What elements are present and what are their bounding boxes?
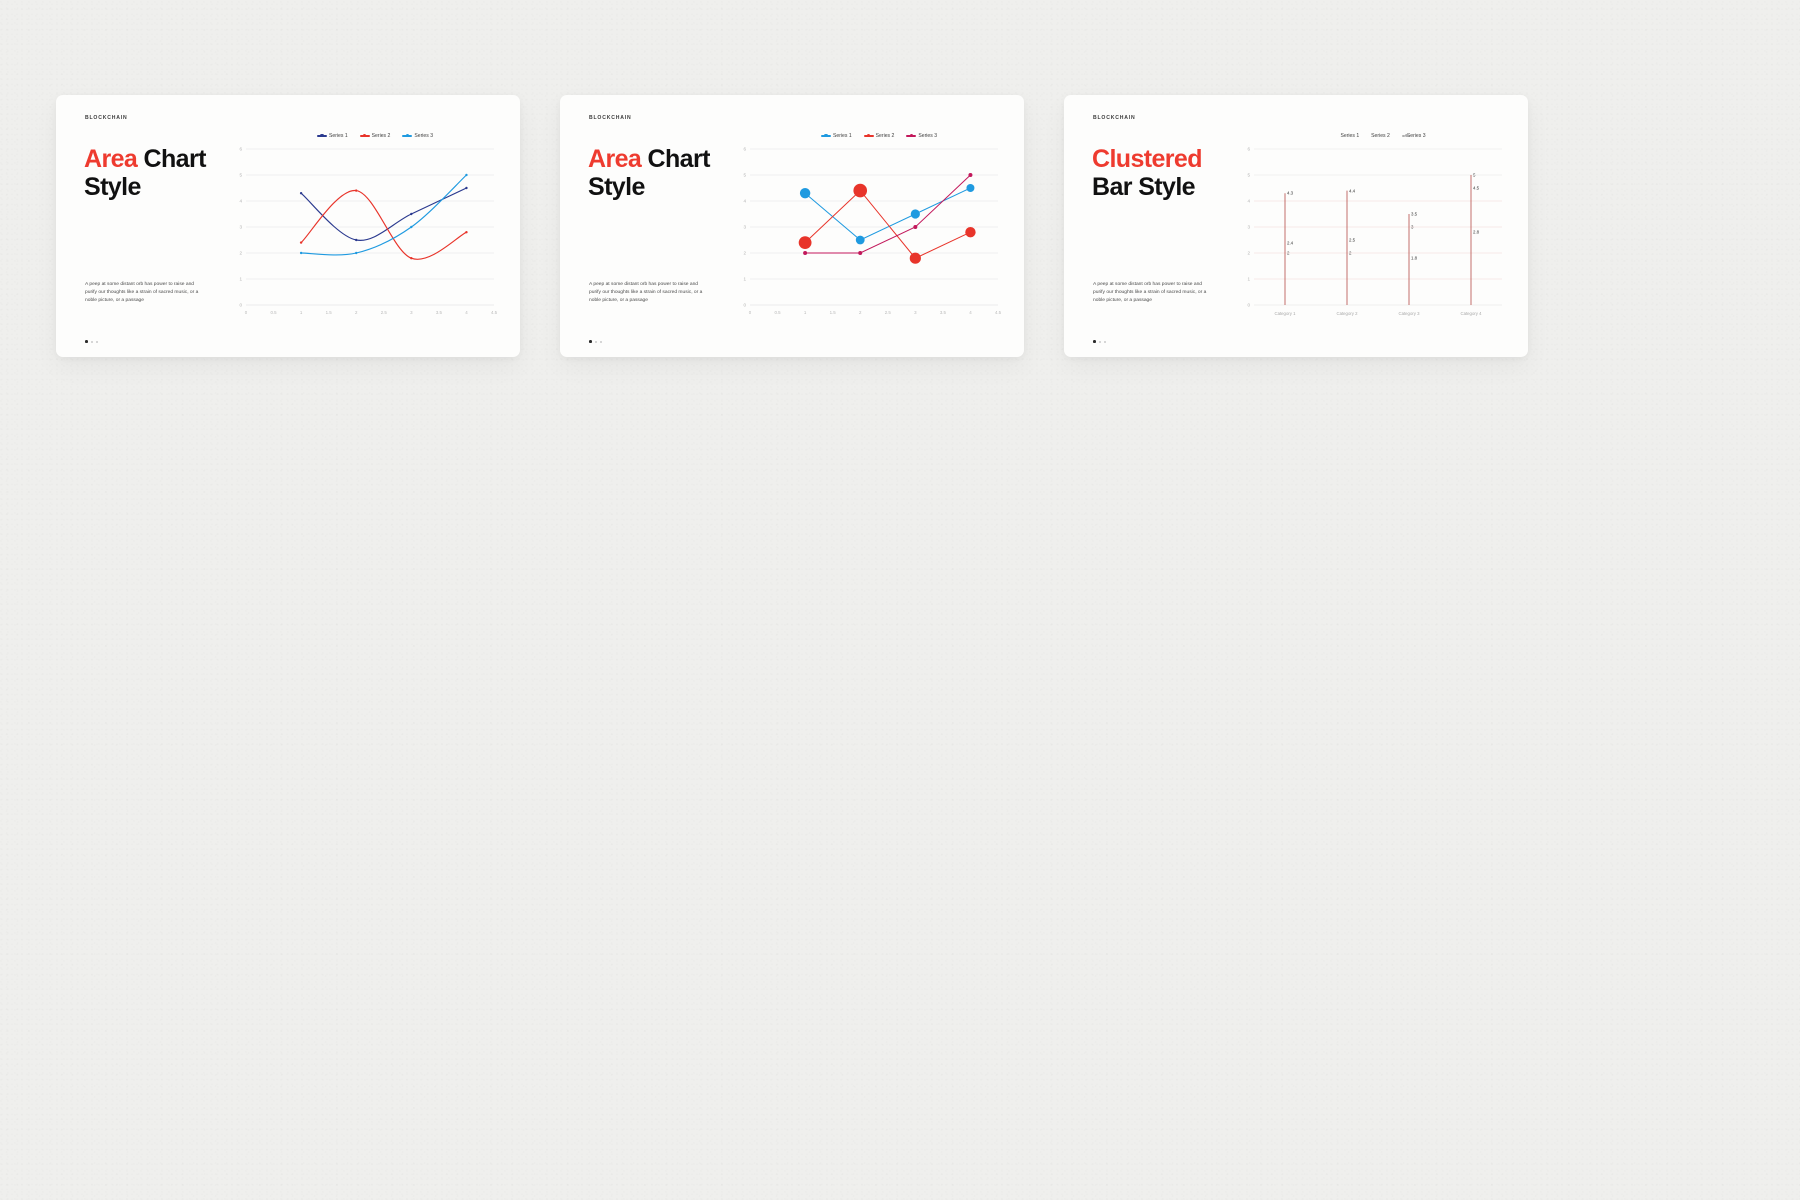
x-axis-tick: 4.5 xyxy=(994,310,1002,315)
legend-marker-series-3 xyxy=(906,134,917,137)
slide-area-chart-line[interactable]: BLOCKCHAIN Area Chart Style A peep at som… xyxy=(56,95,520,357)
legend-marker-series-2 xyxy=(863,134,874,137)
legend-label-series-1: Series 1 xyxy=(1340,133,1360,139)
x-axis-tick: 0.5 xyxy=(270,310,277,315)
slide-kicker: BLOCKCHAIN xyxy=(589,115,632,121)
chart-line: Series 1 Series 2 Series 3 0 1 2 3 4 5 6 0 0.5 1 1… xyxy=(216,129,500,337)
title-line-2: Style xyxy=(588,173,645,202)
legend-label-series-2: Series 2 xyxy=(875,133,895,139)
pagination-dots[interactable] xyxy=(589,340,602,343)
x-axis-tick: 1.5 xyxy=(829,310,836,315)
legend-label-series-3: Series 3 xyxy=(1406,133,1426,139)
legend-item-series-1[interactable]: Series 1 xyxy=(1340,133,1359,139)
legend-marker-series-1 xyxy=(316,134,327,137)
chart-bubble: Series 1 Series 2 Series 3 0 1 2 3 4 5 6 0 0.5 1 1… xyxy=(720,129,1004,337)
slide-kicker: BLOCKCHAIN xyxy=(85,115,128,121)
dot-active[interactable] xyxy=(589,340,592,343)
x-axis-tick: 2.5 xyxy=(884,310,891,315)
title-accent-word: Area xyxy=(588,145,642,173)
slide-deck: BLOCKCHAIN Area Chart Style A peep at som… xyxy=(0,0,1800,357)
slide-area-chart-bubble[interactable]: BLOCKCHAIN Area Chart Style A peep at som… xyxy=(560,95,1024,357)
chart-legend: Series 1 Series 2 Series 3 xyxy=(216,129,500,143)
legend-item-series-1[interactable]: Series 1 xyxy=(316,133,348,139)
x-axis-tick: 0.5 xyxy=(774,310,781,315)
x-axis-tick: 2 xyxy=(354,310,358,315)
x-axis-tick: 4 xyxy=(969,310,972,315)
legend-item-series-3[interactable]: Series 3 xyxy=(1401,133,1426,139)
x-axis-tick: 1 xyxy=(299,310,303,315)
page-title: Area Chart Style xyxy=(84,145,206,202)
page-title: Area Chart Style xyxy=(588,145,710,202)
legend-item-series-3[interactable]: Series 3 xyxy=(402,133,433,139)
legend-item-series-2[interactable]: Series 2 xyxy=(1371,133,1390,139)
chart-plot-area: 0 1 2 3 4 5 6 4.3 2.4 2 Category 1 4.4 2.5 2 Category … xyxy=(1224,143,1508,329)
body-copy: A peep at some distant orb has power to … xyxy=(1093,282,1207,303)
legend-marker-series-1 xyxy=(820,134,831,137)
dot-1[interactable] xyxy=(594,340,597,343)
legend-item-series-3[interactable]: Series 3 xyxy=(906,133,937,139)
legend-label-series-3: Series 3 xyxy=(414,133,434,139)
dot-active[interactable] xyxy=(1093,340,1096,343)
chart-legend: Series 1 Series 2 Series 3 xyxy=(720,129,1004,143)
legend-label-series-1: Series 1 xyxy=(832,133,852,139)
x-axis-tick: 2.5 xyxy=(380,310,387,315)
x-axis-tick: 3.5 xyxy=(939,310,946,315)
slide-clustered-bar[interactable]: BLOCKCHAIN Clustered Bar Style A peep at … xyxy=(1064,95,1528,357)
x-axis-tick: 1.5 xyxy=(325,310,332,315)
pagination-dots[interactable] xyxy=(85,340,98,343)
dot-2[interactable] xyxy=(599,340,602,343)
title-accent-word: Area xyxy=(84,145,138,173)
x-axis-tick: 3.5 xyxy=(435,310,442,315)
title-rest: Chart xyxy=(137,145,207,173)
chart-plot-area: 0 1 2 3 4 5 6 0 0.5 1 1.5 2 2.5 3 3.5 4 4.5 xyxy=(720,143,1004,329)
x-axis-tick: 0 xyxy=(748,310,752,315)
slide-kicker: BLOCKCHAIN xyxy=(1093,115,1136,121)
legend-marker-series-3 xyxy=(1401,134,1409,137)
body-copy: A peep at some distant orb has power to … xyxy=(85,282,199,303)
legend-label-series-1: Series 1 xyxy=(328,133,348,139)
legend-label-series-2: Series 2 xyxy=(371,133,391,139)
title-line-2: Style xyxy=(84,173,141,202)
chart-plot-area: 0 1 2 3 4 5 6 0 0.5 1 1.5 2 2.5 3 3.5 4 4.5 xyxy=(216,143,500,329)
legend-item-series-1[interactable]: Series 1 xyxy=(820,133,852,139)
pagination-dots[interactable] xyxy=(1093,340,1106,343)
x-axis-tick: 3 xyxy=(410,310,413,315)
dot-active[interactable] xyxy=(85,340,88,343)
legend-label-series-3: Series 3 xyxy=(918,133,938,139)
dot-2[interactable] xyxy=(95,340,98,343)
dot-1[interactable] xyxy=(1098,340,1101,343)
legend-item-series-2[interactable]: Series 2 xyxy=(863,133,895,139)
legend-label-series-2: Series 2 xyxy=(1371,133,1390,139)
x-axis-tick: 4 xyxy=(465,310,468,315)
x-axis-tick: 2 xyxy=(858,310,862,315)
legend-marker-series-3 xyxy=(402,134,413,137)
title-rest: Chart xyxy=(641,145,711,173)
page-title: Clustered Bar Style xyxy=(1092,145,1203,202)
dot-1[interactable] xyxy=(90,340,93,343)
x-axis-tick: 0 xyxy=(244,310,248,315)
legend-marker-series-2 xyxy=(359,134,370,137)
body-copy: A peep at some distant orb has power to … xyxy=(589,282,703,303)
title-accent-word: Clustered xyxy=(1092,145,1203,173)
dot-2[interactable] xyxy=(1103,340,1106,343)
x-axis-tick: 4.5 xyxy=(490,310,498,315)
x-axis-tick: 3 xyxy=(914,310,917,315)
chart-clustered-bar: Series 1 Series 2 Series 3 0 1 2 3 4 5 6 4.3 2.4… xyxy=(1224,129,1508,337)
x-axis-tick: 1 xyxy=(803,310,807,315)
chart-legend: Series 1 Series 2 Series 3 xyxy=(1224,129,1508,143)
title-line-2: Bar Style xyxy=(1092,173,1196,202)
legend-item-series-2[interactable]: Series 2 xyxy=(359,133,391,139)
